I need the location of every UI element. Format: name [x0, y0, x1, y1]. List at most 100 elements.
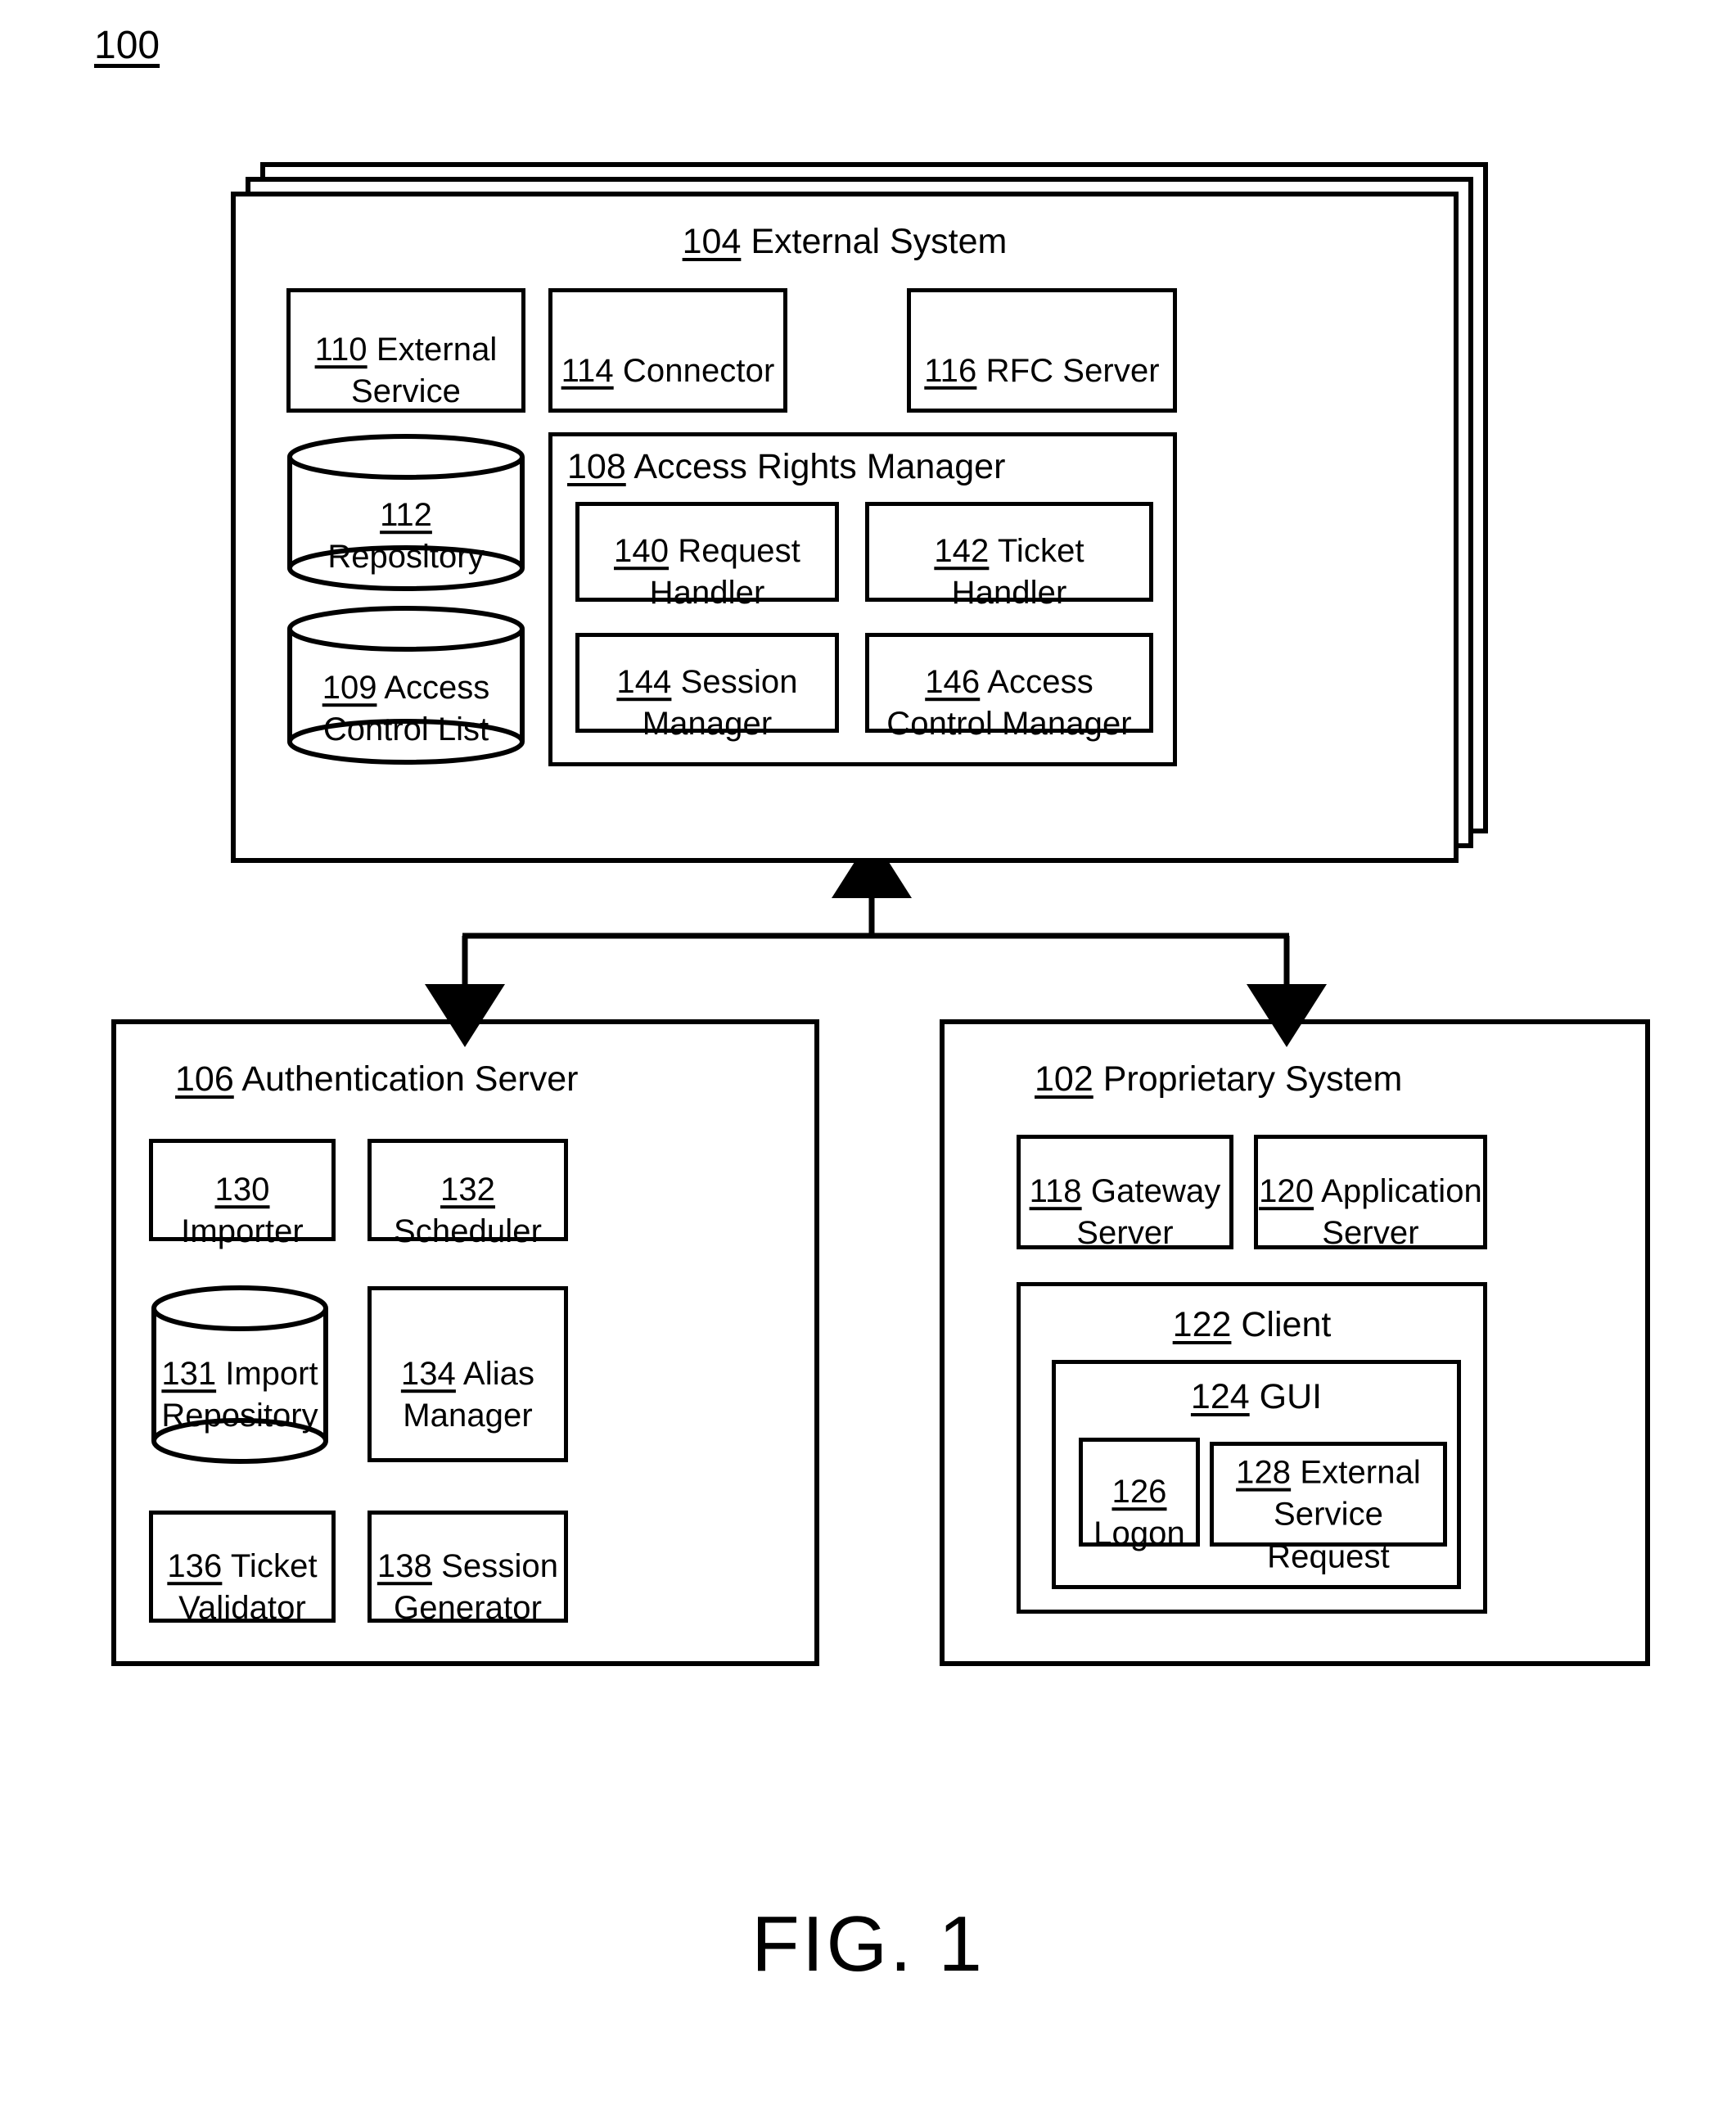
gateway-server-label-line2: Server [1076, 1215, 1174, 1252]
external-service-request-box[interactable]: 128 External Service Request [1210, 1442, 1447, 1574]
ticket-validator-ref: 136 [167, 1547, 223, 1584]
proprietary-system-label: Proprietary System [1102, 1059, 1403, 1099]
session-generator-ref: 138 [377, 1547, 432, 1584]
external-service-request-text: 128 External Service Request [1214, 1411, 1443, 1578]
session-generator-text: 138 Session Generator [372, 1504, 564, 1630]
external-service-box[interactable]: 110 External Service [286, 288, 525, 413]
client-label: Client [1241, 1305, 1332, 1344]
external-service-text: 110 External Service [291, 287, 521, 413]
ticket-handler-text: 142 Ticket Handler [869, 489, 1149, 615]
authentication-server-label: Authentication Server [241, 1059, 579, 1099]
ticket-handler-label-line2: Handler [951, 575, 1067, 612]
access-rights-manager-ref: 108 [567, 447, 626, 486]
ticket-validator-text: 136 Ticket Validator [153, 1504, 331, 1630]
application-server-label-line2: Server [1322, 1215, 1419, 1252]
alias-manager-text: 134 Alias Manager [372, 1312, 564, 1438]
session-generator-label-line1: Session [441, 1547, 559, 1584]
authentication-server-title: 106 Authentication Server [175, 1059, 578, 1101]
request-handler-ref: 140 [614, 533, 670, 570]
request-handler-box[interactable]: 140 Request Handler [575, 502, 839, 612]
external-service-label: External Service [350, 332, 498, 410]
proprietary-system-box[interactable]: 102 Proprietary System 118 Gateway Serve… [940, 1019, 1650, 1666]
request-handler-label-line1: Request [678, 533, 800, 570]
access-rights-manager-box[interactable]: 108 Access Rights Manager 140 Request Ha… [548, 432, 1177, 766]
access-control-list-text: 109 Access Control List [285, 625, 527, 752]
gui-box[interactable]: 124 GUI 126 Logon 128 External Service R… [1052, 1360, 1461, 1589]
import-repository-label-line1: Import [225, 1356, 318, 1393]
repository-text: 112 Repository [285, 453, 527, 579]
session-manager-label-line1: Session [680, 664, 798, 701]
gateway-server-box[interactable]: 118 Gateway Server [1017, 1135, 1233, 1252]
scheduler-box[interactable]: 132 Scheduler [367, 1139, 568, 1249]
figure-caption: FIG. 1 [751, 1900, 985, 1988]
access-rights-manager-label: Access Rights Manager [634, 447, 1006, 486]
ticket-validator-label-line2: Validator [178, 1590, 306, 1627]
external-system-ref: 104 [682, 222, 742, 261]
client-ref: 122 [1172, 1305, 1232, 1344]
alias-manager-ref: 134 [400, 1355, 456, 1392]
rfc-server-label: RFC Server [985, 353, 1160, 389]
client-box[interactable]: 122 Client 124 GUI 126 Logon 128 Externa… [1017, 1282, 1487, 1614]
external-system-title-spacer [741, 222, 751, 261]
proprietary-system-title: 102 Proprietary System [1035, 1059, 1402, 1101]
access-control-list-label-line1: Access [384, 670, 490, 707]
external-system-box[interactable]: 104 External System 110 External Service… [231, 192, 1459, 863]
external-service-request-label-line2: Service Request [1267, 1497, 1390, 1575]
authentication-server-ref: 106 [175, 1059, 234, 1099]
client-title: 122 Client [1021, 1304, 1483, 1347]
import-repository-cylinder[interactable]: 131 Import Repository [149, 1284, 331, 1465]
application-server-label-line1: Application [1321, 1173, 1482, 1210]
access-control-manager-label-line2: Control Manager [886, 706, 1132, 743]
connector-box[interactable]: 114 Connector [548, 288, 787, 413]
session-manager-label-line2: Manager [642, 706, 773, 743]
access-rights-manager-title: 108 Access Rights Manager [567, 446, 1005, 489]
external-service-request-label-line1: External [1300, 1454, 1421, 1491]
repository-cylinder[interactable]: 112 Repository [285, 432, 527, 593]
figure-number: 100 [94, 24, 160, 67]
importer-box[interactable]: 130 Importer [149, 1139, 336, 1249]
alias-manager-label-line2: Manager [403, 1398, 533, 1434]
importer-ref: 130 [214, 1171, 270, 1208]
session-manager-text: 144 Session Manager [579, 620, 835, 746]
scheduler-text: 132 Scheduler [372, 1127, 564, 1253]
logon-text: 126 Logon [1083, 1429, 1196, 1556]
connector-label: Connector [622, 353, 775, 389]
import-repository-label-line2: Repository [161, 1398, 318, 1434]
rfc-server-ref: 116 [924, 353, 977, 389]
proprietary-system-ref: 102 [1035, 1059, 1093, 1099]
ticket-handler-label-line1: Ticket [997, 533, 1084, 570]
connector-ref: 114 [561, 353, 614, 389]
gateway-server-text: 118 Gateway Server [1021, 1129, 1229, 1255]
application-server-box[interactable]: 120 Application Server [1254, 1135, 1487, 1252]
rfc-server-box[interactable]: 116 RFC Server [907, 288, 1177, 413]
access-control-list-cylinder[interactable]: 109 Access Control List [285, 604, 527, 766]
rfc-server-text: 116 RFC Server [911, 309, 1173, 392]
external-system-label: External System [751, 222, 1008, 261]
external-system-title: 104 External System [236, 221, 1454, 264]
ticket-validator-label-line1: Ticket [230, 1547, 318, 1584]
alias-manager-label-line1: Alias [462, 1355, 535, 1392]
figure-canvas: 100 104 External System 110 External Ser… [0, 0, 1736, 2109]
ticket-validator-box[interactable]: 136 Ticket Validator [149, 1511, 336, 1626]
session-manager-box[interactable]: 144 Session Manager [575, 633, 839, 743]
scheduler-ref: 132 [440, 1171, 496, 1208]
external-service-ref: 110 [314, 332, 367, 368]
repository-ref: 112 [380, 497, 432, 534]
access-control-list-ref: 109 [322, 670, 377, 707]
ticket-handler-box[interactable]: 142 Ticket Handler [865, 502, 1153, 612]
application-server-text: 120 Application Server [1258, 1129, 1483, 1255]
application-server-ref: 120 [1259, 1173, 1314, 1210]
import-repository-text: 131 Import Repository [149, 1312, 331, 1438]
access-control-manager-box[interactable]: 146 Access Control Manager [865, 633, 1153, 743]
request-handler-label-line2: Handler [649, 575, 765, 612]
importer-label: Importer [181, 1213, 304, 1250]
session-generator-box[interactable]: 138 Session Generator [367, 1511, 568, 1626]
session-generator-label-line2: Generator [394, 1590, 542, 1627]
logon-box[interactable]: 126 Logon [1079, 1438, 1200, 1551]
alias-manager-box[interactable]: 134 Alias Manager [367, 1286, 568, 1462]
connector-text: 114 Connector [552, 309, 783, 392]
access-control-list-label-line2: Control List [322, 711, 489, 748]
repository-label: Repository [327, 539, 485, 576]
gateway-server-ref: 118 [1029, 1173, 1082, 1210]
authentication-server-box[interactable]: 106 Authentication Server 130 Importer 1… [111, 1019, 819, 1666]
